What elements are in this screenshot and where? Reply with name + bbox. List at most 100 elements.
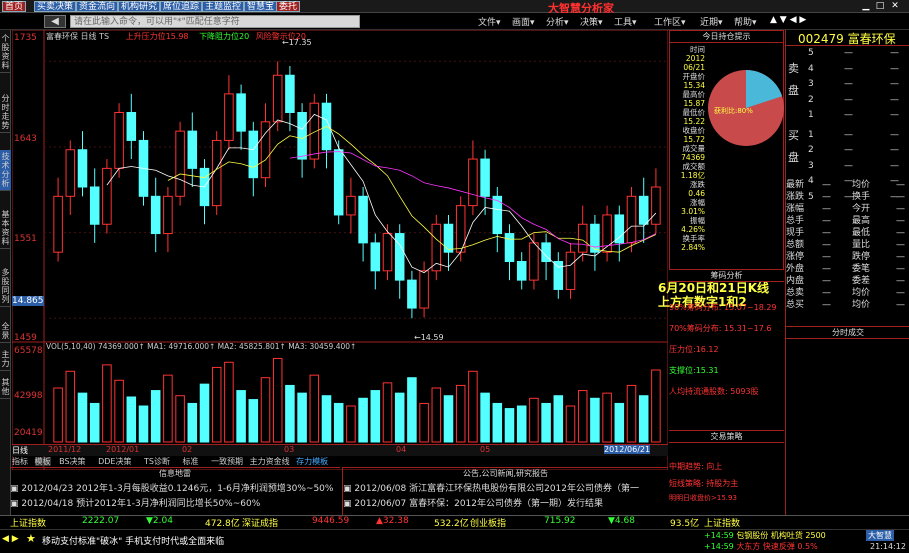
- menu-screen[interactable]: 画面▾: [512, 15, 535, 28]
- news-item[interactable]: ▣ 2012/04/18 预计2012年1-3月净利润同比增长50%~60%: [10, 496, 340, 509]
- toolbar-theme-monitor-button[interactable]: 主题监控: [202, 1, 245, 12]
- holding-hint-title: 今日持仓提示: [670, 31, 783, 43]
- candle-body: [224, 93, 234, 141]
- tab-storage-template[interactable]: 存力模板: [296, 457, 328, 466]
- vtab-intraday[interactable]: 分时走势: [0, 92, 11, 133]
- volume-legend: VOL(5,10,40) 74369.000↑ MA1: 49716.000↑ …: [46, 342, 357, 351]
- volume-bar: [89, 402, 100, 443]
- command-input[interactable]: 请在此输入命令，可以用"*"匹配任意字符: [70, 15, 360, 28]
- vtab-main-force[interactable]: 主力: [0, 348, 11, 371]
- strategy-line: 中期趋势: 向上: [669, 462, 723, 471]
- toolbar-home-button[interactable]: 首页: [2, 1, 27, 12]
- news-item[interactable]: ▣ 2012/06/07 富春环保：2012年公司债券（第一期）发行结果: [343, 496, 668, 509]
- tab-main-capital[interactable]: 主力资金线: [250, 457, 290, 466]
- ticker-index-name[interactable]: 上证指数: [10, 516, 46, 529]
- tab-indicator[interactable]: 指标: [12, 457, 28, 466]
- volume-bar: [163, 374, 173, 443]
- ohlc-row: 最高价: [682, 90, 706, 99]
- chip-title: 筹码分析: [669, 270, 784, 282]
- close-icon[interactable]: ✕: [889, 1, 901, 12]
- candle-body: [614, 214, 625, 244]
- volume-bar: [516, 405, 527, 443]
- sell-level-row[interactable]: 1— —: [786, 110, 909, 121]
- toolbar-smart-button[interactable]: 智慧宝: [244, 1, 278, 12]
- announcement-title: 公告,公司新闻,研究报告: [462, 469, 549, 478]
- menu-recent[interactable]: 近期▾: [700, 15, 723, 28]
- sell-level-row[interactable]: 2— —: [786, 95, 909, 106]
- period-label[interactable]: 日线: [12, 445, 28, 456]
- toolbar-capital-flow-button[interactable]: 资金流向: [76, 1, 119, 12]
- menu-workspace[interactable]: 工作区▾: [654, 15, 686, 28]
- tab-consensus[interactable]: 一致预期: [211, 457, 243, 466]
- ohlc-list: 时间 2012 06/21 开盘价 15.34 最高价 15.87 最低价 15.22 收盘价 1…: [670, 45, 706, 252]
- ticker-index-name[interactable]: 创业板指: [470, 516, 506, 529]
- volume-bar: [492, 402, 503, 443]
- tab-template[interactable]: 模板: [34, 457, 51, 466]
- chip-line: 70%筹码分布: 15.31~17.6: [669, 324, 772, 333]
- volume-bar: [102, 364, 112, 443]
- volume-bar: [443, 395, 454, 443]
- vtab-technical[interactable]: 技术分析: [0, 150, 11, 191]
- ticker-index-name[interactable]: 深证成指: [242, 516, 278, 529]
- toolbar-trade-decision-button[interactable]: 买卖决策: [34, 1, 77, 12]
- tick-title: 分时成交: [786, 326, 909, 339]
- sell-level-row[interactable]: 5— —: [786, 48, 909, 59]
- ohlc-row: 收盘价: [682, 126, 706, 135]
- vtab-multi-stock[interactable]: 多股同列: [0, 266, 11, 307]
- news-item[interactable]: ▣ 2012/04/23 2012年1-3月每股收益0.1246元，1-6月净利…: [10, 481, 340, 494]
- menu-analysis[interactable]: 分析▾: [546, 15, 569, 28]
- volume-bar: [272, 357, 283, 443]
- sell-level-row[interactable]: 4— —: [786, 64, 909, 75]
- vtab-fundamental[interactable]: 基本资料: [0, 208, 11, 249]
- date-tick: 2011/12: [48, 445, 82, 454]
- alert-2[interactable]: +14:59 大东方 快速反弹 0.5%: [704, 541, 818, 552]
- menu-help[interactable]: 帮助▾: [734, 15, 757, 28]
- candle-body: [590, 223, 600, 253]
- vtab-panorama[interactable]: 全景: [0, 320, 11, 343]
- ohlc-row: 换手率: [682, 234, 706, 243]
- candle-body: [346, 195, 356, 216]
- scroll-arrows-icon[interactable]: ◀ ▶: [2, 534, 19, 544]
- buy-level-row[interactable]: 2— —: [786, 145, 909, 156]
- toolbar-research-button[interactable]: 机构研究: [118, 1, 161, 12]
- candle-body: [53, 195, 63, 253]
- stock-period-label: 富春环保 日线 TS: [46, 32, 110, 41]
- info-mine-title: 信息地雷: [159, 469, 191, 478]
- toolbar-seat-tracking-button[interactable]: 席位追踪: [160, 1, 203, 12]
- vtab-other[interactable]: 其他: [0, 376, 11, 399]
- tab-bs-decision[interactable]: BS决策: [59, 457, 85, 466]
- menu-decision[interactable]: 决策▾: [580, 15, 603, 28]
- maximize-icon[interactable]: □: [874, 1, 886, 12]
- kline-chart[interactable]: [12, 30, 668, 470]
- toolbar-entrust-button[interactable]: 委托: [276, 1, 301, 12]
- volume-bar: [53, 387, 63, 443]
- tab-dde-decision[interactable]: DDE决策: [98, 457, 131, 466]
- ohlc-row: 最低价: [682, 108, 706, 117]
- tab-ts-diagnosis[interactable]: TS诊断: [144, 457, 170, 466]
- alert-1[interactable]: +14:59 包钢股份 机构吐货 2500: [704, 530, 826, 541]
- back-arrow-icon[interactable]: ◀: [44, 15, 66, 28]
- quote-field-row: 现手 — 最低 —: [786, 228, 905, 238]
- chip-line: 90%筹码分布: 15.07~18.29: [669, 303, 777, 312]
- ticker-index-change: ▼4.68: [608, 516, 635, 526]
- buy-level-row[interactable]: 3— —: [786, 161, 909, 172]
- volume-bar: [431, 387, 442, 443]
- vol-y-tick-3: 20419: [14, 428, 43, 438]
- sell-level-row[interactable]: 3— —: [786, 79, 909, 90]
- ohlc-row: 成交额: [682, 162, 706, 171]
- menu-nav-arrows[interactable]: ▲ ▼ ◀ ▶: [770, 15, 806, 25]
- vtab-stock-profile[interactable]: 个股资料: [0, 32, 11, 73]
- menu-tools[interactable]: 工具▾: [614, 15, 637, 28]
- volume-bar: [150, 390, 161, 443]
- tab-standard[interactable]: 标准: [183, 457, 199, 466]
- minimize-icon[interactable]: ▁: [860, 1, 872, 12]
- candle-body: [248, 130, 259, 179]
- ticker-right-index[interactable]: 上证指数: [704, 516, 740, 529]
- buy-level-row[interactable]: 1— —: [786, 130, 909, 141]
- news-item[interactable]: ▣ 2012/06/08 浙江富春江环保热电股份有限公司2012年公司债券（第一: [343, 481, 668, 494]
- ticker-index-change: ▼2.04: [146, 516, 173, 526]
- menu-file[interactable]: 文件▾: [478, 15, 501, 28]
- volume-bar: [358, 397, 368, 443]
- news-headline[interactable]: 移动支付标准"破冰" 手机支付时代或全面来临: [42, 534, 224, 547]
- candle-body: [407, 279, 417, 309]
